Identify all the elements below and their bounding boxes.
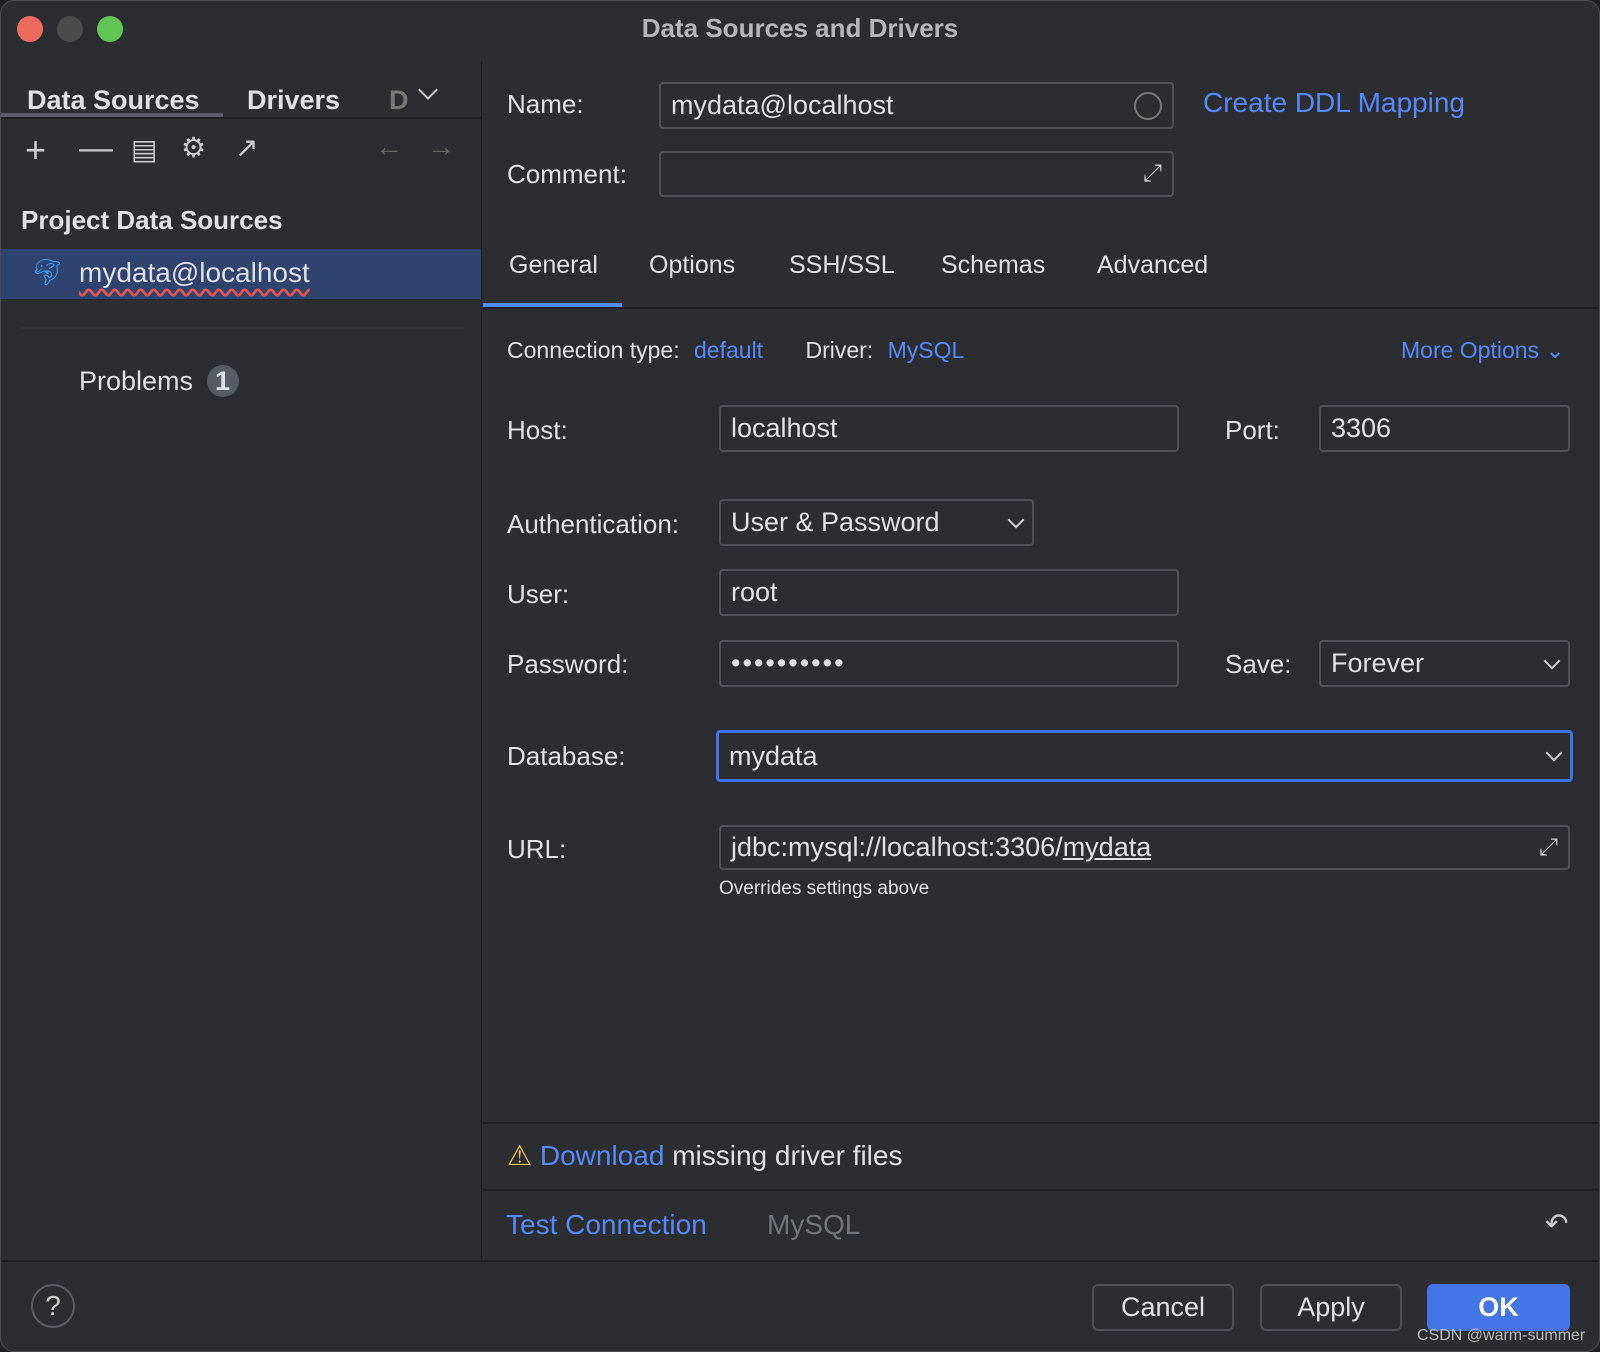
expand-icon[interactable]: ⤢: [1539, 834, 1558, 862]
connection-type-label: Connection type:: [507, 337, 680, 363]
tab-overflow[interactable]: D: [389, 85, 409, 116]
tab-advanced[interactable]: Advanced: [1097, 251, 1208, 280]
expand-icon[interactable]: ⤢: [1143, 160, 1162, 188]
url-database: mydata: [1062, 832, 1152, 862]
comment-label: Comment:: [507, 159, 627, 189]
driver-name: MySQL: [767, 1209, 861, 1240]
dialog-window: Data Sources and Drivers Data Sources Dr…: [0, 0, 1600, 1352]
test-connection-link[interactable]: Test Connection: [506, 1209, 707, 1241]
port-label: Port:: [1225, 415, 1280, 445]
database-value: mydata: [729, 740, 818, 771]
database-label: Database:: [507, 741, 626, 771]
apply-button[interactable]: Apply: [1260, 1284, 1402, 1331]
revert-icon[interactable]: ↶: [1545, 1207, 1568, 1240]
sidebar: Data Sources Drivers D + — ▤ ⚙ ↗ ← → Pro…: [1, 61, 482, 1259]
divider: [483, 307, 1599, 309]
save-label: Save:: [1225, 649, 1292, 679]
download-link[interactable]: Download: [540, 1140, 665, 1171]
color-circle-icon[interactable]: [1134, 91, 1162, 120]
chevron-down-icon: [1545, 744, 1563, 762]
authentication-label: Authentication:: [507, 509, 680, 539]
divider: [19, 327, 463, 329]
user-input[interactable]: root: [719, 569, 1179, 616]
create-ddl-mapping-link[interactable]: Create DDL Mapping: [1203, 87, 1465, 119]
connection-type: Connection type: default Driver: MySQL: [507, 337, 964, 364]
url-input[interactable]: jdbc:mysql://localhost:3306/mydata ⤢: [719, 825, 1570, 870]
url-label: URL:: [507, 834, 567, 864]
connection-type-link[interactable]: default: [694, 337, 763, 363]
password-input[interactable]: ••••••••••: [719, 640, 1179, 687]
name-value: mydata@localhost: [671, 90, 894, 120]
password-label: Password:: [507, 649, 629, 679]
datasource-label: mydata@localhost: [79, 257, 310, 288]
tabs-chevron-down-icon[interactable]: [418, 80, 438, 100]
section-title: Project Data Sources: [21, 205, 283, 235]
tab-ssh-ssl[interactable]: SSH/SSL: [789, 251, 895, 280]
tab-drivers[interactable]: Drivers: [247, 85, 340, 116]
authentication-value: User & Password: [731, 507, 940, 537]
host-input[interactable]: localhost: [719, 405, 1179, 452]
tab-schemas[interactable]: Schemas: [941, 251, 1045, 280]
problems-label: Problems: [79, 366, 194, 396]
save-dropdown[interactable]: Forever: [1319, 640, 1570, 687]
user-label: User:: [507, 579, 570, 609]
driver-link[interactable]: MySQL: [888, 337, 965, 363]
duplicate-icon[interactable]: ▤: [131, 133, 157, 166]
divider: [483, 1122, 1599, 1124]
host-label: Host:: [507, 415, 568, 445]
more-options-label: More Options: [1401, 337, 1540, 363]
back-arrow-icon[interactable]: ←: [375, 131, 403, 163]
divider: [1, 1260, 1599, 1262]
warning-icon: ⚠: [507, 1140, 533, 1171]
problems-count-badge: 1: [206, 365, 239, 397]
url-prefix: jdbc:mysql://localhost:3306/: [731, 832, 1063, 862]
watermark: CSDN @warm-summer: [1417, 1327, 1586, 1344]
ok-button[interactable]: OK: [1427, 1284, 1570, 1331]
chevron-down-icon: ⌄: [1545, 337, 1565, 363]
comment-input[interactable]: ⤢: [659, 151, 1174, 197]
chevron-down-icon: [1543, 652, 1561, 669]
add-icon[interactable]: +: [25, 129, 46, 171]
remove-icon[interactable]: —: [79, 129, 113, 168]
divider: [1, 117, 481, 119]
database-dropdown[interactable]: mydata: [716, 730, 1573, 782]
save-value: Forever: [1331, 648, 1425, 678]
cancel-button[interactable]: Cancel: [1092, 1284, 1234, 1331]
list-item-datasource[interactable]: 🐬︎ mydata@localhost: [1, 249, 481, 299]
missing-driver-warning: ⚠ Download missing driver files: [507, 1139, 902, 1172]
window-title: Data Sources and Drivers: [641, 13, 959, 43]
warning-text: missing driver files: [664, 1140, 903, 1171]
problems-item[interactable]: Problems 1: [79, 365, 239, 397]
mysql-dolphin-icon: 🐬︎: [31, 257, 65, 287]
help-button[interactable]: ?: [31, 1284, 75, 1328]
url-hint: Overrides settings above: [719, 878, 930, 899]
name-label: Name:: [507, 89, 584, 119]
divider: [483, 1189, 1599, 1191]
tab-data-sources[interactable]: Data Sources: [27, 85, 200, 116]
chevron-down-icon: [1007, 511, 1025, 528]
settings-icon[interactable]: ⚙: [181, 131, 206, 164]
driver-label: Driver:: [805, 337, 874, 363]
tab-general[interactable]: General: [509, 251, 598, 280]
port-input[interactable]: 3306: [1319, 405, 1570, 452]
authentication-dropdown[interactable]: User & Password: [719, 499, 1034, 546]
more-options-button[interactable]: More Options ⌄: [1401, 337, 1565, 364]
open-external-icon[interactable]: ↗: [235, 131, 258, 164]
name-input[interactable]: mydata@localhost: [659, 82, 1174, 129]
forward-arrow-icon[interactable]: →: [427, 131, 455, 163]
tab-options[interactable]: Options: [649, 251, 735, 280]
